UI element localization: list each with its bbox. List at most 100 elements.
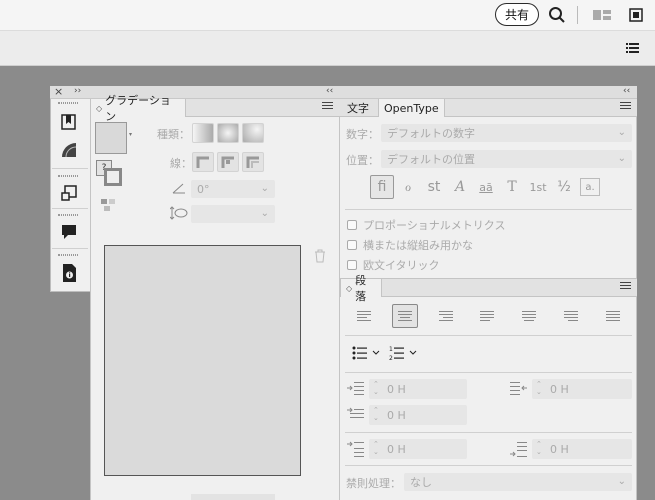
standard-ligatures-button[interactable]: ﬁ bbox=[370, 175, 394, 199]
stepper-icon[interactable]: ⌃ ⌄ bbox=[536, 440, 542, 456]
transform-icon[interactable] bbox=[60, 184, 78, 202]
swatch-dropdown-icon[interactable]: ▾ bbox=[129, 131, 132, 138]
search-icon[interactable] bbox=[547, 5, 567, 25]
swap-icon[interactable] bbox=[100, 198, 118, 212]
first-line-indent-field[interactable]: ⌃ ⌄ 0 H bbox=[369, 405, 467, 425]
position-dropdown[interactable]: デフォルトの位置 ⌄ bbox=[381, 150, 632, 168]
justify-left-button[interactable] bbox=[474, 304, 500, 328]
chevron-down-icon: ⌄ bbox=[260, 208, 269, 219]
stroke-across-button[interactable] bbox=[242, 152, 264, 172]
panel-grip[interactable] bbox=[58, 254, 78, 256]
gradient-tab-bar: ◇ グラデーション bbox=[90, 94, 340, 123]
arrange-document-icon[interactable] bbox=[628, 7, 644, 23]
list-menu-icon[interactable] bbox=[624, 40, 640, 56]
fractions-button[interactable]: ½ bbox=[552, 175, 576, 199]
glyph-sets-button[interactable]: a. bbox=[580, 178, 600, 196]
paragraph-separator bbox=[345, 372, 632, 373]
position-label: 位置： bbox=[346, 154, 379, 167]
space-before-value: 0 H bbox=[387, 442, 406, 456]
tab-opentype[interactable]: OpenType bbox=[378, 99, 445, 117]
comment-icon[interactable] bbox=[60, 223, 78, 241]
stepper-icon[interactable]: ⌃ ⌄ bbox=[373, 406, 379, 422]
kinsoku-label: 禁則処理： bbox=[346, 477, 401, 490]
radial-gradient-button[interactable] bbox=[217, 123, 239, 143]
vertical-kana-checkbox[interactable]: 横または縦組み用かな bbox=[347, 237, 473, 253]
numbering-dropdown[interactable]: 12 bbox=[389, 345, 421, 362]
panel-menu-icon[interactable] bbox=[620, 282, 631, 293]
left-indent-field[interactable]: ⌃ ⌄ 0 H bbox=[369, 379, 467, 399]
gradient-type-label: 種類： bbox=[157, 128, 190, 141]
right-indent-icon bbox=[510, 381, 528, 395]
right-indent-field[interactable]: ⌃ ⌄ 0 H bbox=[532, 379, 632, 399]
space-after-icon bbox=[510, 441, 528, 457]
stepper-icon[interactable]: ⌃ ⌄ bbox=[373, 440, 379, 456]
vertical-kana-label: 横または縦組み用かな bbox=[363, 239, 473, 252]
chevron-updown-icon: ◇ bbox=[96, 103, 103, 113]
swash-button[interactable]: A bbox=[448, 175, 472, 199]
gradient-stroke-swatch[interactable]: ? bbox=[96, 160, 122, 190]
roman-italic-label: 欧文イタリック bbox=[363, 259, 440, 272]
freeform-gradient-button[interactable] bbox=[242, 123, 264, 143]
angle-icon bbox=[172, 182, 186, 194]
stroke-along-button[interactable] bbox=[217, 152, 239, 172]
align-center-button[interactable] bbox=[392, 304, 418, 328]
space-before-field[interactable]: ⌃ ⌄ 0 H bbox=[369, 439, 467, 459]
bookmark-icon[interactable] bbox=[60, 113, 78, 131]
proportional-metrics-checkbox[interactable]: プロポーショナルメトリクス bbox=[347, 217, 505, 233]
document-info-icon[interactable] bbox=[60, 263, 78, 282]
chevron-down-icon: ⌄ bbox=[617, 476, 626, 487]
panel-menu-icon[interactable] bbox=[322, 102, 333, 113]
stroke-within-button[interactable] bbox=[192, 152, 214, 172]
space-before-icon bbox=[347, 441, 365, 457]
discretionary-ligatures-button[interactable]: st bbox=[422, 175, 446, 199]
share-button[interactable]: 共有 bbox=[495, 3, 539, 26]
justify-all-button[interactable] bbox=[600, 304, 626, 328]
align-right-button[interactable] bbox=[433, 304, 459, 328]
collapse-right-dock-button[interactable]: ‹‹ bbox=[623, 86, 630, 96]
ordinals-button[interactable]: 1st bbox=[526, 175, 550, 199]
number-value: デフォルトの数字 bbox=[387, 127, 475, 140]
aspect-ratio-dropdown[interactable]: ⌄ bbox=[191, 205, 275, 223]
linear-gradient-button[interactable] bbox=[192, 123, 214, 143]
stylistic-alternates-button[interactable]: aā bbox=[474, 175, 498, 199]
paragraph-tab-bar: ◇ 段落 bbox=[340, 274, 637, 303]
gradient-preview-area[interactable] bbox=[104, 245, 301, 476]
gradient-shape-icon[interactable] bbox=[60, 141, 78, 159]
panel-grip[interactable] bbox=[58, 102, 78, 104]
trash-icon[interactable] bbox=[314, 249, 328, 263]
kinsoku-dropdown[interactable]: なし ⌄ bbox=[404, 473, 632, 491]
stepper-icon[interactable]: ⌃ ⌄ bbox=[536, 380, 542, 396]
tools-separator bbox=[52, 248, 88, 249]
space-after-value: 0 H bbox=[550, 442, 569, 456]
tab-paragraph[interactable]: ◇ 段落 bbox=[340, 274, 382, 303]
expand-dock-button[interactable]: ›› bbox=[74, 86, 81, 96]
character-tab-bar: 文字 OpenType bbox=[340, 99, 637, 117]
gradient-slider-strip[interactable] bbox=[191, 494, 275, 500]
space-after-field[interactable]: ⌃ ⌄ 0 H bbox=[532, 439, 632, 459]
tab-gradient-label: グラデーション bbox=[105, 94, 171, 123]
first-line-indent-icon bbox=[347, 407, 365, 421]
close-dock-button[interactable]: × bbox=[54, 85, 63, 98]
bullets-dropdown[interactable] bbox=[351, 345, 383, 361]
left-indent-value: 0 H bbox=[387, 382, 406, 396]
justify-right-button[interactable] bbox=[558, 304, 584, 328]
panel-grip[interactable] bbox=[58, 214, 78, 216]
align-left-button[interactable] bbox=[351, 304, 377, 328]
contextual-alternates-button[interactable]: ℴ bbox=[396, 175, 420, 199]
gradient-fill-swatch[interactable] bbox=[95, 122, 127, 154]
panel-menu-icon[interactable] bbox=[620, 102, 631, 113]
roman-italic-checkbox[interactable]: 欧文イタリック bbox=[347, 257, 440, 273]
panel-grip[interactable] bbox=[58, 175, 78, 177]
left-indent-icon bbox=[347, 381, 365, 395]
number-dropdown[interactable]: デフォルトの数字 ⌄ bbox=[381, 124, 632, 142]
angle-value: 0° bbox=[197, 182, 210, 196]
justify-center-button[interactable] bbox=[516, 304, 542, 328]
tools-dock-header: × ›› ‹‹ bbox=[50, 85, 340, 99]
angle-dropdown[interactable]: 0° ⌄ bbox=[191, 180, 275, 198]
panels-layout-icon[interactable] bbox=[592, 7, 614, 23]
titling-alternates-button[interactable]: T bbox=[500, 175, 524, 199]
collapse-gradient-dock-button[interactable]: ‹‹ bbox=[326, 86, 333, 96]
stepper-icon[interactable]: ⌃ ⌄ bbox=[373, 380, 379, 396]
tab-gradient[interactable]: ◇ グラデーション bbox=[90, 94, 186, 123]
tab-character[interactable]: 文字 bbox=[342, 99, 374, 117]
